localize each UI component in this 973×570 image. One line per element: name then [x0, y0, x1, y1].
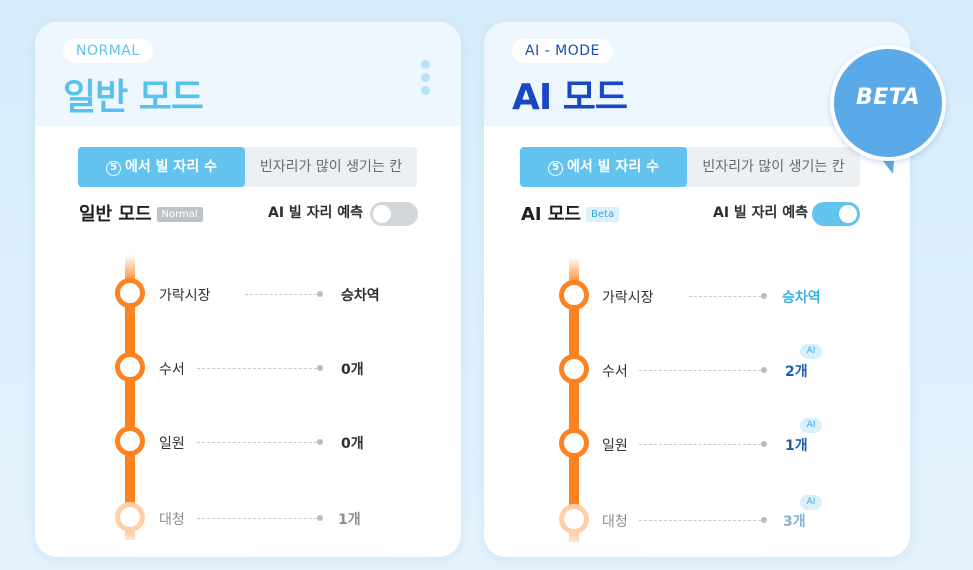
dotted-connector: [197, 518, 317, 519]
tab-empty-seats-count[interactable]: 5 에서 빌 자리 수: [520, 147, 687, 187]
station-marker: [559, 428, 589, 458]
station-name: 가락시장: [159, 288, 211, 304]
station-marker: [559, 354, 589, 384]
mode-label: AI - MODE: [512, 39, 613, 63]
ai-prediction-tag: AI: [800, 344, 822, 359]
station-name: 대청: [159, 512, 185, 528]
normal-mode-card: NORMAL 일반 모드 5 에서 빌 자리 수 빈자리가 많이 생기는 칸 일반…: [35, 22, 461, 557]
station-name: 수서: [159, 362, 185, 378]
ai-predict-toggle[interactable]: [370, 202, 418, 226]
toggle-knob: [373, 205, 391, 223]
station-value: 1개: [338, 512, 361, 528]
connector-dot: [761, 517, 767, 523]
connector-dot: [317, 291, 323, 297]
dotted-connector: [639, 444, 761, 445]
section-title-text: AI 모드: [521, 204, 582, 225]
station-marker: [115, 278, 145, 308]
station-name: 수서: [602, 364, 628, 380]
station-marker: [559, 280, 589, 310]
ai-predict-label: AI 빌 자리 예측: [268, 205, 364, 221]
ai-prediction-tag: AI: [800, 495, 822, 510]
tab-empty-seats-count[interactable]: 5 에서 빌 자리 수: [78, 147, 245, 187]
station-value: 0개: [341, 436, 364, 452]
section-title-text: 일반 모드: [79, 204, 152, 225]
mode-badge: Beta: [586, 207, 620, 222]
tab-busy-cars[interactable]: 빈자리가 많이 생기는 칸: [687, 147, 860, 187]
station-marker: [559, 504, 589, 534]
dotted-connector: [197, 368, 317, 369]
connector-dot: [317, 439, 323, 445]
station-marker: [115, 352, 145, 382]
connector-dot: [761, 367, 767, 373]
station-name: 가락시장: [602, 290, 654, 306]
station-value: 0개: [341, 362, 364, 378]
mode-badge: Normal: [156, 207, 203, 222]
connector-dot: [761, 293, 767, 299]
connector-dot: [317, 515, 323, 521]
station-value: 승차역: [782, 290, 821, 306]
station-value: 1개: [785, 438, 808, 454]
dotted-connector: [639, 520, 761, 521]
ai-predict-label: AI 빌 자리 예측: [713, 205, 809, 221]
station-value: 3개: [783, 514, 806, 530]
station-value: 2개: [785, 364, 808, 380]
station-marker: [115, 426, 145, 456]
mode-title: 일반 모드: [63, 77, 204, 118]
beta-label: BETA: [855, 85, 921, 110]
toggle-knob: [839, 205, 857, 223]
station-name: 일원: [602, 438, 628, 454]
station-value: 승차역: [341, 288, 380, 304]
mode-label: NORMAL: [63, 39, 153, 63]
section-title: 일반 모드 Normal: [79, 200, 203, 226]
line-number-icon: 5: [548, 161, 564, 176]
dotted-connector: [639, 370, 761, 371]
station-marker: [115, 502, 145, 532]
dotted-connector: [197, 442, 317, 443]
station-name: 대청: [602, 514, 628, 530]
tab-busy-cars[interactable]: 빈자리가 많이 생기는 칸: [245, 147, 417, 187]
dotted-connector: [689, 296, 761, 297]
view-tabs: 5 에서 빌 자리 수 빈자리가 많이 생기는 칸: [520, 147, 860, 187]
tab-label: 에서 빌 자리 수: [125, 159, 217, 175]
dotted-connector: [245, 294, 317, 295]
view-tabs: 5 에서 빌 자리 수 빈자리가 많이 생기는 칸: [78, 147, 417, 187]
mode-title: AI 모드: [512, 77, 628, 118]
more-options-icon[interactable]: [420, 60, 432, 100]
line-number-icon: 5: [106, 161, 122, 176]
ai-predict-toggle[interactable]: [812, 202, 860, 226]
ai-prediction-tag: AI: [800, 418, 822, 433]
connector-dot: [317, 365, 323, 371]
connector-dot: [761, 441, 767, 447]
station-name: 일원: [159, 436, 185, 452]
section-title: AI 모드 Beta: [521, 200, 620, 226]
tab-label: 에서 빌 자리 수: [567, 159, 659, 175]
